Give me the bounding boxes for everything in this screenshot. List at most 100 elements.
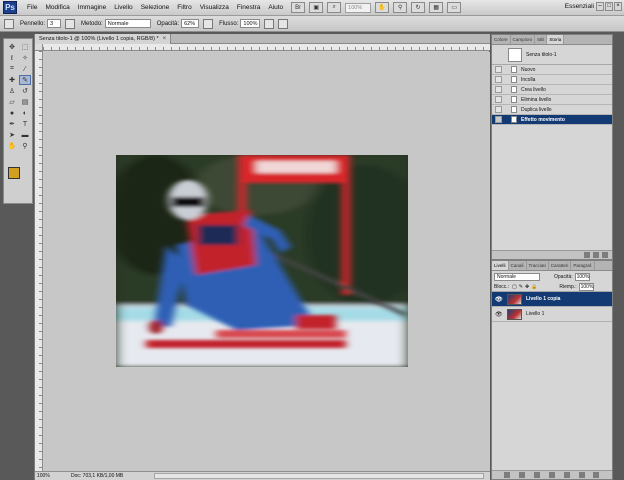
history-brush-source-icon[interactable] xyxy=(495,116,502,123)
zoom-tool-icon[interactable]: ⚲ xyxy=(393,2,408,13)
tab-campioni[interactable]: Campioni xyxy=(511,35,535,44)
layer-opacity-field[interactable]: 100% xyxy=(574,272,590,281)
tab-caratteri[interactable]: Caratteri xyxy=(549,261,572,270)
pressure-opacity-icon[interactable] xyxy=(203,18,214,29)
tab-paragrafo[interactable]: Paragraf. xyxy=(571,261,596,270)
history-state[interactable]: Elimina livello xyxy=(492,95,612,105)
fill-field[interactable]: 100% xyxy=(578,282,594,291)
magic-wand-icon[interactable]: ✧ xyxy=(19,53,31,63)
new-document-from-state-icon[interactable] xyxy=(584,252,590,258)
lasso-icon[interactable]: ℓ xyxy=(6,53,18,63)
layer-row-selected[interactable]: 👁 Livello 1 copia xyxy=(492,292,612,307)
lock-all-icon[interactable]: 🔒 xyxy=(531,284,537,290)
rotate-view-icon[interactable]: ↻ xyxy=(411,2,426,13)
new-group-icon[interactable] xyxy=(563,472,570,478)
airbrush-icon[interactable] xyxy=(264,18,275,29)
horizontal-ruler[interactable] xyxy=(43,44,490,51)
maximize-icon[interactable]: □ xyxy=(605,2,613,11)
document-tab[interactable]: Senza titolo-1 @ 100% (Livello 1 copia, … xyxy=(35,34,172,44)
new-snapshot-icon[interactable] xyxy=(593,252,599,258)
history-state[interactable]: Crea livello xyxy=(492,85,612,95)
dodge-icon[interactable]: ◐ xyxy=(19,108,31,118)
zoom-level-field[interactable]: 100% xyxy=(345,2,372,13)
move-icon[interactable]: ✥ xyxy=(6,42,18,52)
lock-transparency-icon[interactable]: ▢ xyxy=(512,284,517,290)
history-brush-icon[interactable]: ↺ xyxy=(19,86,31,96)
zoom-level-icon[interactable]: ⌕ xyxy=(327,2,342,13)
type-icon[interactable]: T xyxy=(19,119,31,129)
adjustment-layer-icon[interactable] xyxy=(548,472,555,478)
layer-style-icon[interactable] xyxy=(519,472,526,478)
gradient-icon[interactable]: ▤ xyxy=(19,97,31,107)
status-doc-size[interactable]: Doc: 703,1 KB/1,00 MB xyxy=(71,472,123,480)
tablet-pressure-icon[interactable] xyxy=(278,18,289,29)
menu-visualizza[interactable]: Visualizza xyxy=(196,4,233,11)
menu-livello[interactable]: Livello xyxy=(110,4,136,11)
mode-select[interactable]: Normale xyxy=(104,19,151,28)
zoom-icon[interactable]: ⚲ xyxy=(19,141,31,151)
visibility-eye-icon[interactable]: 👁 xyxy=(495,311,503,318)
visibility-eye-icon[interactable]: 👁 xyxy=(495,296,503,303)
blurred-skier-photo[interactable] xyxy=(116,155,408,367)
brush-size-field[interactable]: 3 xyxy=(47,19,62,28)
menu-selezione[interactable]: Selezione xyxy=(137,4,174,11)
history-state-selected[interactable]: Effetto movimento xyxy=(492,115,612,125)
menu-finestra[interactable]: Finestra xyxy=(233,4,264,11)
history-brush-source-icon[interactable] xyxy=(495,86,502,93)
delete-layer-icon[interactable] xyxy=(593,472,600,478)
close-icon[interactable]: × xyxy=(614,2,622,11)
history-state[interactable]: Duplica livello xyxy=(492,105,612,115)
healing-icon[interactable]: ✚ xyxy=(6,75,18,85)
link-layers-icon[interactable] xyxy=(504,472,511,478)
workspace-switcher[interactable]: Essenziali xyxy=(565,3,594,10)
hand-tool-icon[interactable]: ✋ xyxy=(375,2,390,13)
blend-mode-select[interactable]: Normale xyxy=(494,272,540,281)
brush-icon[interactable]: ✎ xyxy=(19,75,31,85)
history-state[interactable]: Nuovo xyxy=(492,65,612,75)
tab-storia[interactable]: Storia xyxy=(547,35,565,44)
arrange-documents-icon[interactable]: ▦ xyxy=(429,2,444,13)
layer-row[interactable]: 👁 Livello 1 xyxy=(492,307,612,322)
shape-icon[interactable]: ▬ xyxy=(19,130,31,140)
path-select-icon[interactable]: ➤ xyxy=(6,130,18,140)
lock-position-icon[interactable]: ✥ xyxy=(525,284,529,290)
blur-icon[interactable]: ● xyxy=(6,108,18,118)
tab-tracciati[interactable]: Tracciati xyxy=(527,261,549,270)
flow-field[interactable]: 100% xyxy=(240,19,261,28)
menu-immagine[interactable]: Immagine xyxy=(74,4,111,11)
vertical-ruler[interactable] xyxy=(35,51,43,471)
minimize-icon[interactable]: – xyxy=(596,2,604,11)
horizontal-scrollbar[interactable] xyxy=(154,473,484,479)
extras-icon[interactable]: ▣ xyxy=(309,2,324,13)
history-snapshot[interactable]: Senza titolo-1 xyxy=(492,45,612,65)
screen-mode-icon[interactable]: ▭ xyxy=(447,2,462,13)
history-brush-source-icon[interactable] xyxy=(495,106,502,113)
layer-mask-icon[interactable] xyxy=(534,472,541,478)
tab-canali[interactable]: Canali xyxy=(509,261,527,270)
tab-livelli[interactable]: Livelli xyxy=(492,261,509,270)
brush-panel-icon[interactable] xyxy=(65,18,76,29)
ruler-origin[interactable] xyxy=(35,44,43,51)
bridge-icon[interactable]: Br xyxy=(291,2,306,13)
trash-icon[interactable] xyxy=(602,252,608,258)
foreground-color-swatch[interactable] xyxy=(8,167,20,179)
crop-icon[interactable]: ⌗ xyxy=(6,64,18,74)
marquee-icon[interactable]: ⬚ xyxy=(19,42,31,52)
tab-colore[interactable]: Colore xyxy=(492,35,511,44)
history-brush-source-icon[interactable] xyxy=(495,76,502,83)
status-zoom[interactable]: 100% xyxy=(35,472,53,480)
new-layer-icon[interactable] xyxy=(578,472,585,478)
menu-modifica[interactable]: Modifica xyxy=(41,4,73,11)
history-brush-source-icon[interactable] xyxy=(495,66,502,73)
hand-icon[interactable]: ✋ xyxy=(6,141,18,151)
menu-filtro[interactable]: Filtro xyxy=(173,4,195,11)
brush-preset-icon[interactable] xyxy=(4,18,14,29)
opacity-field[interactable]: 62% xyxy=(181,19,200,28)
tab-stili[interactable]: Stili xyxy=(535,35,548,44)
pen-icon[interactable]: ✒ xyxy=(6,119,18,129)
close-document-icon[interactable]: × xyxy=(163,34,167,44)
history-brush-source-icon[interactable] xyxy=(495,96,502,103)
menu-file[interactable]: File xyxy=(23,4,41,11)
menu-aiuto[interactable]: Aiuto xyxy=(264,4,287,11)
stamp-icon[interactable]: ♙ xyxy=(6,86,18,96)
